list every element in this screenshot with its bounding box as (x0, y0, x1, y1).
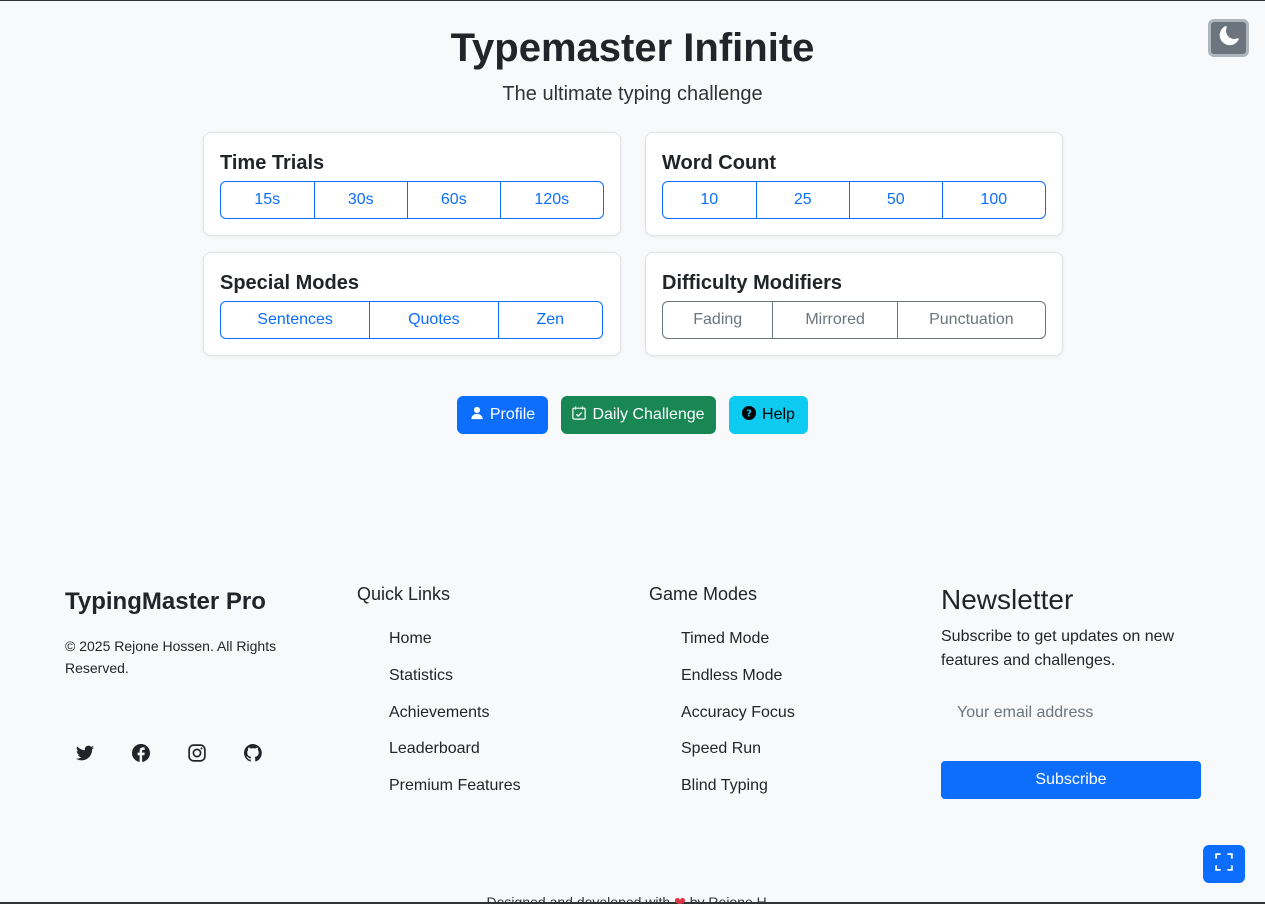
time-120s-button[interactable]: 120s (501, 182, 603, 218)
words-25-button[interactable]: 25 (757, 182, 851, 218)
instagram-icon[interactable] (187, 743, 207, 763)
footer-link-timed-mode[interactable]: Timed Mode (681, 628, 795, 665)
github-icon[interactable] (243, 743, 263, 763)
special-modes-card: Special Modes Sentences Quotes Zen (203, 252, 621, 356)
fullscreen-icon (1215, 852, 1233, 876)
quotes-button[interactable]: Quotes (370, 302, 499, 338)
fading-toggle[interactable]: Fading (663, 302, 774, 338)
footer-link-statistics[interactable]: Statistics (389, 665, 521, 702)
punctuation-toggle[interactable]: Punctuation (898, 302, 1045, 338)
calendar-check-icon (572, 405, 587, 425)
card-title: Difficulty Modifiers (662, 272, 843, 294)
sentences-button[interactable]: Sentences (221, 302, 371, 338)
help-button[interactable]: ? Help (729, 396, 808, 434)
newsletter-description: Subscribe to get updates on new features… (941, 628, 1175, 669)
quick-links-list: Home Statistics Achievements Leaderboard… (389, 628, 521, 812)
mirrored-toggle[interactable]: Mirrored (773, 302, 898, 338)
footer-link-premium-features[interactable]: Premium Features (389, 775, 521, 812)
word-count-card: Word Count 10 25 50 100 (645, 132, 1063, 236)
footer-link-endless-mode[interactable]: Endless Mode (681, 665, 795, 702)
help-label: Help (762, 406, 795, 423)
facebook-icon[interactable] (131, 743, 151, 763)
heart-icon: ❤ (674, 894, 686, 904)
footer-link-accuracy-focus[interactable]: Accuracy Focus (681, 702, 795, 739)
profile-button[interactable]: Profile (457, 396, 548, 434)
newsletter-email-input[interactable] (941, 695, 1201, 731)
zen-button[interactable]: Zen (499, 302, 602, 338)
time-30s-button[interactable]: 30s (315, 182, 409, 218)
words-100-button[interactable]: 100 (943, 182, 1045, 218)
words-10-button[interactable]: 10 (663, 182, 757, 218)
time-trials-group: 15s 30s 60s 120s (220, 181, 604, 219)
fullscreen-button[interactable] (1203, 845, 1245, 883)
profile-label: Profile (489, 406, 536, 423)
game-modes-heading: Game Modes (649, 584, 758, 604)
subscribe-button[interactable]: Subscribe (941, 761, 1201, 799)
word-count-group: 10 25 50 100 (662, 181, 1046, 219)
card-title: Special Modes (220, 272, 359, 294)
daily-challenge-button[interactable]: Daily Challenge (561, 396, 716, 434)
footer-link-leaderboard[interactable]: Leaderboard (389, 738, 521, 775)
game-modes-list: Timed Mode Endless Mode Accuracy Focus S… (681, 628, 795, 812)
difficulty-group: Fading Mirrored Punctuation (662, 301, 1046, 339)
words-50-button[interactable]: 50 (850, 182, 943, 218)
copyright-text: © 2025 Rejone Hossen. All Rights Reserve… (65, 638, 277, 676)
time-15s-button[interactable]: 15s (221, 182, 315, 218)
footer-brand: TypingMaster Pro (65, 588, 266, 615)
difficulty-modifiers-card: Difficulty Modifiers Fading Mirrored Pun… (645, 252, 1063, 356)
daily-challenge-label: Daily Challenge (592, 406, 705, 423)
newsletter-heading: Newsletter (941, 584, 1074, 615)
question-circle-icon: ? (742, 405, 757, 425)
credit-prefix: Designed and developed with (486, 894, 671, 904)
twitter-icon[interactable] (75, 743, 95, 763)
footer-link-blind-typing[interactable]: Blind Typing (681, 775, 795, 812)
svg-text:?: ? (746, 408, 752, 419)
page-subtitle: The ultimate typing challenge (502, 83, 763, 105)
footer-link-speed-run[interactable]: Speed Run (681, 738, 795, 775)
footer-credit: Designed and developed with ❤ by Rejone … (0, 893, 1265, 904)
credit-suffix: by Rejone H... (689, 894, 779, 904)
person-icon (470, 406, 484, 425)
time-60s-button[interactable]: 60s (408, 182, 501, 218)
footer-link-home[interactable]: Home (389, 628, 521, 665)
time-trials-card: Time Trials 15s 30s 60s 120s (203, 132, 621, 236)
card-title: Word Count (662, 152, 777, 174)
card-title: Time Trials (220, 152, 325, 174)
quick-links-heading: Quick Links (357, 584, 451, 604)
special-modes-group: Sentences Quotes Zen (220, 301, 603, 339)
footer-link-achievements[interactable]: Achievements (389, 702, 521, 739)
page-title: Typemaster Infinite (450, 26, 815, 70)
